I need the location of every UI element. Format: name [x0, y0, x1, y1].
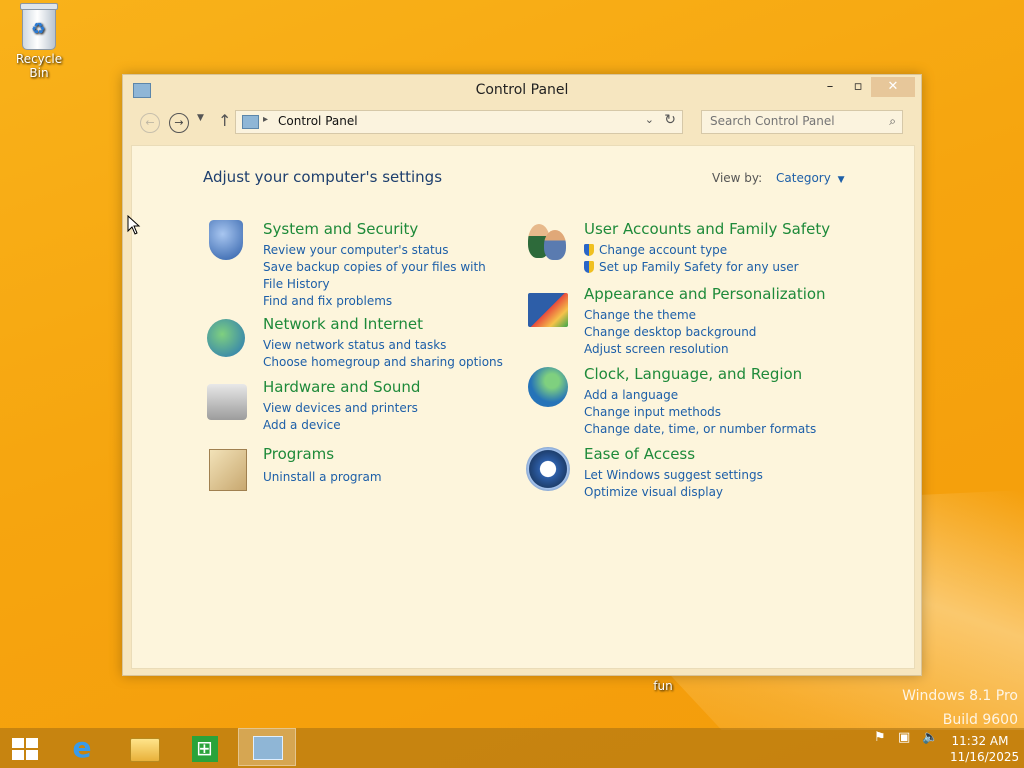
forward-button[interactable]: → [169, 113, 189, 133]
address-bar[interactable]: ▸ Control Panel ⌄ ↻ [235, 110, 683, 134]
forward-arrow-icon: → [174, 116, 184, 129]
control-panel-taskbar-button[interactable] [238, 728, 296, 766]
content-area: Adjust your computer's settings View by:… [131, 145, 915, 669]
recent-locations-dropdown[interactable]: ▼ [197, 113, 204, 123]
minimize-button[interactable]: – [815, 77, 845, 97]
link-homegroup[interactable]: Choose homegroup and sharing options [263, 354, 503, 371]
programs-box-icon[interactable] [209, 449, 247, 491]
search-input[interactable] [708, 113, 872, 129]
link-uninstall-program[interactable]: Uninstall a program [263, 469, 503, 486]
network-globe-icon[interactable] [207, 319, 245, 357]
title-bar[interactable]: Control Panel – ▫ ✕ [123, 75, 921, 105]
window-title: Control Panel [475, 82, 569, 98]
mouse-cursor-icon [127, 215, 141, 235]
category-title[interactable]: System and Security [263, 220, 418, 238]
link-screen-resolution[interactable]: Adjust screen resolution [584, 341, 824, 358]
printer-speaker-icon[interactable] [207, 384, 247, 420]
appearance-icon[interactable] [528, 293, 568, 327]
category-title[interactable]: Network and Internet [263, 315, 423, 333]
internet-explorer-button[interactable]: e [54, 730, 110, 766]
action-center-flag-icon[interactable]: ⚑ [874, 730, 886, 745]
link-network-status[interactable]: View network status and tasks [263, 337, 503, 354]
maximize-button[interactable]: ▫ [843, 77, 873, 97]
start-button[interactable] [0, 730, 56, 766]
recycle-bin-icon [20, 3, 58, 50]
chevron-down-icon[interactable]: ▼ [838, 175, 845, 185]
folder-icon [130, 738, 160, 762]
link-family-safety[interactable]: Set up Family Safety for any user [584, 259, 824, 276]
view-by: View by: Category ▼ [712, 171, 845, 185]
close-button[interactable]: ✕ [871, 77, 915, 97]
refresh-icon[interactable]: ↻ [664, 112, 676, 128]
back-arrow-icon: ← [145, 116, 155, 129]
link-devices-printers[interactable]: View devices and printers [263, 400, 503, 417]
navigation-bar: ← → ▼ ↑ ▸ Control Panel ⌄ ↻ ⌕ [131, 109, 913, 137]
ease-of-access-icon[interactable] [526, 447, 570, 491]
windows-watermark: Windows 8.1 Pro Build 9600 [902, 688, 1018, 728]
volume-muted-icon[interactable]: 🔈 [922, 730, 938, 745]
shield-icon[interactable] [209, 220, 243, 260]
recycle-bin-shortcut[interactable]: Recycle Bin [6, 3, 72, 80]
file-explorer-button[interactable] [114, 730, 170, 766]
control-panel-taskbar-icon [253, 736, 283, 760]
search-icon[interactable]: ⌕ [889, 114, 896, 129]
link-add-device[interactable]: Add a device [263, 417, 503, 434]
control-panel-small-icon [242, 115, 259, 129]
store-icon [192, 730, 218, 766]
clock-time: 11:32 AM [951, 734, 1009, 748]
address-dropdown-icon[interactable]: ⌄ [645, 113, 654, 126]
system-clock[interactable]: 11:32 AM 11/16/2025 [950, 733, 1020, 765]
network-icon[interactable]: ▣ [898, 730, 910, 745]
link-review-status[interactable]: Review your computer's status [263, 242, 493, 259]
link-optimize-display[interactable]: Optimize visual display [584, 484, 824, 501]
category-title[interactable]: Hardware and Sound [263, 378, 420, 396]
link-desktop-background[interactable]: Change desktop background [584, 324, 824, 341]
category-title[interactable]: Ease of Access [584, 445, 695, 463]
category-title[interactable]: Clock, Language, and Region [584, 365, 802, 383]
link-change-account-type[interactable]: Change account type [584, 242, 824, 259]
link-input-methods[interactable]: Change input methods [584, 404, 824, 421]
clock-globe-icon[interactable] [528, 367, 568, 407]
view-by-dropdown[interactable]: Category [776, 171, 831, 185]
category-title[interactable]: Programs [263, 445, 334, 463]
control-panel-window: Control Panel – ▫ ✕ ← → ▼ ↑ ▸ Control Pa… [122, 74, 922, 676]
users-icon[interactable] [524, 220, 568, 262]
up-arrow-icon: ↑ [218, 111, 232, 130]
up-button[interactable]: ↑ [218, 111, 231, 130]
breadcrumb-arrow-icon[interactable]: ▸ [263, 114, 268, 125]
link-file-history[interactable]: Save backup copies of your files with Fi… [263, 259, 493, 293]
uac-shield-icon [584, 244, 594, 256]
store-button[interactable] [176, 730, 232, 766]
link-find-fix-problems[interactable]: Find and fix problems [263, 293, 493, 310]
back-button[interactable]: ← [140, 113, 160, 133]
internet-explorer-icon: e [72, 731, 92, 764]
breadcrumb-control-panel[interactable]: Control Panel [278, 114, 358, 128]
link-suggest-settings[interactable]: Let Windows suggest settings [584, 467, 824, 484]
category-title[interactable]: Appearance and Personalization [584, 285, 826, 303]
category-title[interactable]: User Accounts and Family Safety [584, 220, 830, 238]
link-add-language[interactable]: Add a language [584, 387, 824, 404]
search-box[interactable]: ⌕ [701, 110, 903, 134]
recycle-bin-label: Recycle Bin [15, 52, 63, 80]
clock-date: 11/16/2025 [950, 750, 1020, 764]
windows-logo-icon [12, 738, 38, 760]
link-date-time-formats[interactable]: Change date, time, or number formats [584, 421, 824, 438]
link-change-theme[interactable]: Change the theme [584, 307, 824, 324]
page-heading: Adjust your computer's settings [203, 168, 443, 186]
fun-label: fun [653, 679, 673, 693]
uac-shield-icon [584, 261, 594, 273]
view-by-label: View by: [712, 171, 763, 185]
